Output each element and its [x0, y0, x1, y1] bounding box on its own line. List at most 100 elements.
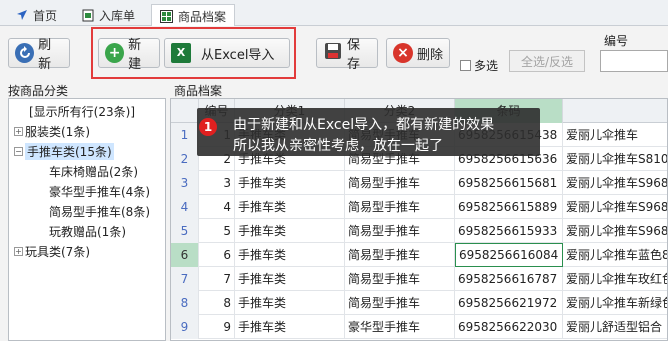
- collapse-icon[interactable]: −: [14, 147, 23, 156]
- code-label: 编号: [604, 34, 629, 48]
- tooltip-line-2: 所以我从亲密性考虑，放在一起了: [233, 138, 443, 154]
- tree-item-all[interactable]: [显示所有行(23条)]: [29, 103, 135, 120]
- save-icon: [323, 41, 343, 65]
- annotation-badge: 1: [199, 118, 217, 136]
- cell-barcode[interactable]: 6958256615889: [455, 195, 563, 219]
- cell-cat2[interactable]: 简易型手推车: [345, 291, 455, 315]
- cell-cat1[interactable]: 手推车类: [235, 291, 345, 315]
- grid-title: 商品档案: [174, 84, 223, 98]
- cell-cat2[interactable]: 简易型手推车: [345, 267, 455, 291]
- select-all-button[interactable]: 全选/反选: [509, 50, 585, 72]
- cell-barcode[interactable]: 6958256615681: [455, 171, 563, 195]
- app-window: 首页 入库单 商品档案 刷新 + 新建 X 从Excel导入 保存 × 删除 多…: [0, 0, 668, 341]
- tree-item-all-label: [显示所有行(23条)]: [29, 105, 135, 119]
- cell-name[interactable]: 爱丽儿伞推车: [563, 123, 667, 147]
- row-header[interactable]: 4: [171, 195, 199, 219]
- new-label: 新建: [128, 38, 142, 72]
- table-row[interactable]: 7 7 手推车类 简易型手推车 6958256616787 爱丽儿伞推车玫红色: [171, 267, 667, 291]
- row-header[interactable]: 5: [171, 219, 199, 243]
- table-row[interactable]: 8 8 手推车类 简易型手推车 6958256621972 爱丽儿伞推车新绿色: [171, 291, 667, 315]
- tab-home[interactable]: 首页: [8, 4, 65, 26]
- table-row[interactable]: 6 6 手推车类 简易型手推车 6958256616084 爱丽儿伞推车蓝色8: [171, 243, 667, 267]
- tree-item-chair-gifts[interactable]: 车床椅赠品(2条): [49, 163, 138, 180]
- row-header-corner: [171, 99, 199, 123]
- cell-name[interactable]: 爱丽儿伞推车S810: [563, 147, 667, 171]
- cell-no[interactable]: 8: [199, 291, 235, 315]
- cell-cat2[interactable]: 豪华型手推车: [345, 315, 455, 339]
- cell-no[interactable]: 9: [199, 315, 235, 339]
- close-icon: ×: [393, 43, 413, 63]
- tree-item-toys[interactable]: + 玩具类(7条): [14, 243, 90, 260]
- save-button[interactable]: 保存: [316, 38, 378, 72]
- table-row[interactable]: 4 4 手推车类 简易型手推车 6958256615889 爱丽儿伞推车S968: [171, 195, 667, 219]
- cell-no[interactable]: 5: [199, 219, 235, 243]
- cell-cat1[interactable]: 手推车类: [235, 171, 345, 195]
- delete-button[interactable]: × 删除: [386, 38, 450, 68]
- multi-select-checkbox[interactable]: 多选: [460, 57, 498, 74]
- cell-no[interactable]: 3: [199, 171, 235, 195]
- cell-barcode[interactable]: 6958256622030: [455, 315, 563, 339]
- expand-icon[interactable]: +: [14, 127, 23, 136]
- expand-icon[interactable]: +: [14, 247, 23, 256]
- row-header[interactable]: 9: [171, 315, 199, 339]
- excel-import-button[interactable]: X 从Excel导入: [164, 38, 290, 68]
- cell-no[interactable]: 7: [199, 267, 235, 291]
- tree-item-clothing[interactable]: + 服装类(1条): [14, 123, 90, 140]
- code-input[interactable]: [600, 50, 668, 72]
- cell-cat2[interactable]: 简易型手推车: [345, 219, 455, 243]
- multi-select-label: 多选: [474, 59, 499, 73]
- tab-home-label: 首页: [33, 8, 58, 23]
- table-row[interactable]: 5 5 手推车类 简易型手推车 6958256615933 爱丽儿伞推车S968: [171, 219, 667, 243]
- new-button[interactable]: + 新建: [98, 38, 160, 72]
- tab-product-archive[interactable]: 商品档案: [151, 4, 236, 27]
- cell-cat1[interactable]: 手推车类: [235, 243, 345, 267]
- row-header[interactable]: 3: [171, 171, 199, 195]
- cell-cat2[interactable]: 简易型手推车: [345, 171, 455, 195]
- excel-import-label: 从Excel导入: [201, 47, 275, 63]
- cell-barcode[interactable]: 6958256616084: [455, 243, 563, 267]
- cell-cat2[interactable]: 简易型手推车: [345, 195, 455, 219]
- cell-cat1[interactable]: 手推车类: [235, 315, 345, 339]
- cell-cat1[interactable]: 手推车类: [235, 267, 345, 291]
- cell-cat1[interactable]: 手推车类: [235, 219, 345, 243]
- row-header[interactable]: 8: [171, 291, 199, 315]
- refresh-button[interactable]: 刷新: [8, 38, 70, 72]
- cell-barcode[interactable]: 6958256616787: [455, 267, 563, 291]
- cell-no[interactable]: 4: [199, 195, 235, 219]
- row-header[interactable]: 2: [171, 147, 199, 171]
- cell-no[interactable]: 6: [199, 243, 235, 267]
- tree-item-label: 玩教赠品(1条): [49, 225, 126, 239]
- row-header[interactable]: 7: [171, 267, 199, 291]
- tab-inbound[interactable]: 入库单: [74, 4, 143, 26]
- category-tree-title: 按商品分类: [8, 84, 69, 98]
- cell-name[interactable]: 爱丽儿伞推车蓝色8: [563, 243, 667, 267]
- delete-label: 删除: [417, 47, 444, 63]
- cell-barcode[interactable]: 6958256615933: [455, 219, 563, 243]
- cell-name[interactable]: 爱丽儿舒适型铝合: [563, 315, 667, 339]
- save-label: 保存: [347, 38, 361, 72]
- tree-item-label: 服装类(1条): [25, 125, 90, 139]
- cell-name[interactable]: 爱丽儿伞推车S968: [563, 195, 667, 219]
- cell-barcode[interactable]: 6958256621972: [455, 291, 563, 315]
- table-row[interactable]: 3 3 手推车类 简易型手推车 6958256615681 爱丽儿伞推车S968: [171, 171, 667, 195]
- cell-name[interactable]: 爱丽儿伞推车玫红色: [563, 267, 667, 291]
- tree-item-toy-gifts[interactable]: 玩教赠品(1条): [49, 223, 126, 240]
- cell-name[interactable]: 爱丽儿伞推车新绿色: [563, 291, 667, 315]
- cell-name[interactable]: 爱丽儿伞推车S968: [563, 171, 667, 195]
- cell-cat2[interactable]: 简易型手推车: [345, 243, 455, 267]
- row-header[interactable]: 1: [171, 123, 199, 147]
- cell-cat1[interactable]: 手推车类: [235, 195, 345, 219]
- tree-item-label: 玩具类(7条): [25, 245, 90, 259]
- tree-item-luxury-strollers[interactable]: 豪华型手推车(4条): [49, 183, 150, 200]
- row-header[interactable]: 6: [171, 243, 199, 267]
- tooltip-line-1: 由于新建和从Excel导入，都有新建的效果: [233, 117, 495, 133]
- navigation-arrow-icon: [17, 10, 27, 20]
- tree-item-strollers[interactable]: − 手推车类(15条): [14, 143, 114, 160]
- tree-item-simple-strollers[interactable]: 简易型手推车(8条): [49, 203, 150, 220]
- checkbox-box: [460, 60, 471, 71]
- table-row[interactable]: 9 9 手推车类 豪华型手推车 6958256622030 爱丽儿舒适型铝合: [171, 315, 667, 339]
- annotation-tooltip: 1 由于新建和从Excel导入，都有新建的效果 所以我从亲密性考虑，放在一起了: [197, 108, 540, 156]
- column-header-name[interactable]: [563, 99, 667, 123]
- plus-icon: +: [105, 43, 125, 63]
- cell-name[interactable]: 爱丽儿伞推车S968: [563, 219, 667, 243]
